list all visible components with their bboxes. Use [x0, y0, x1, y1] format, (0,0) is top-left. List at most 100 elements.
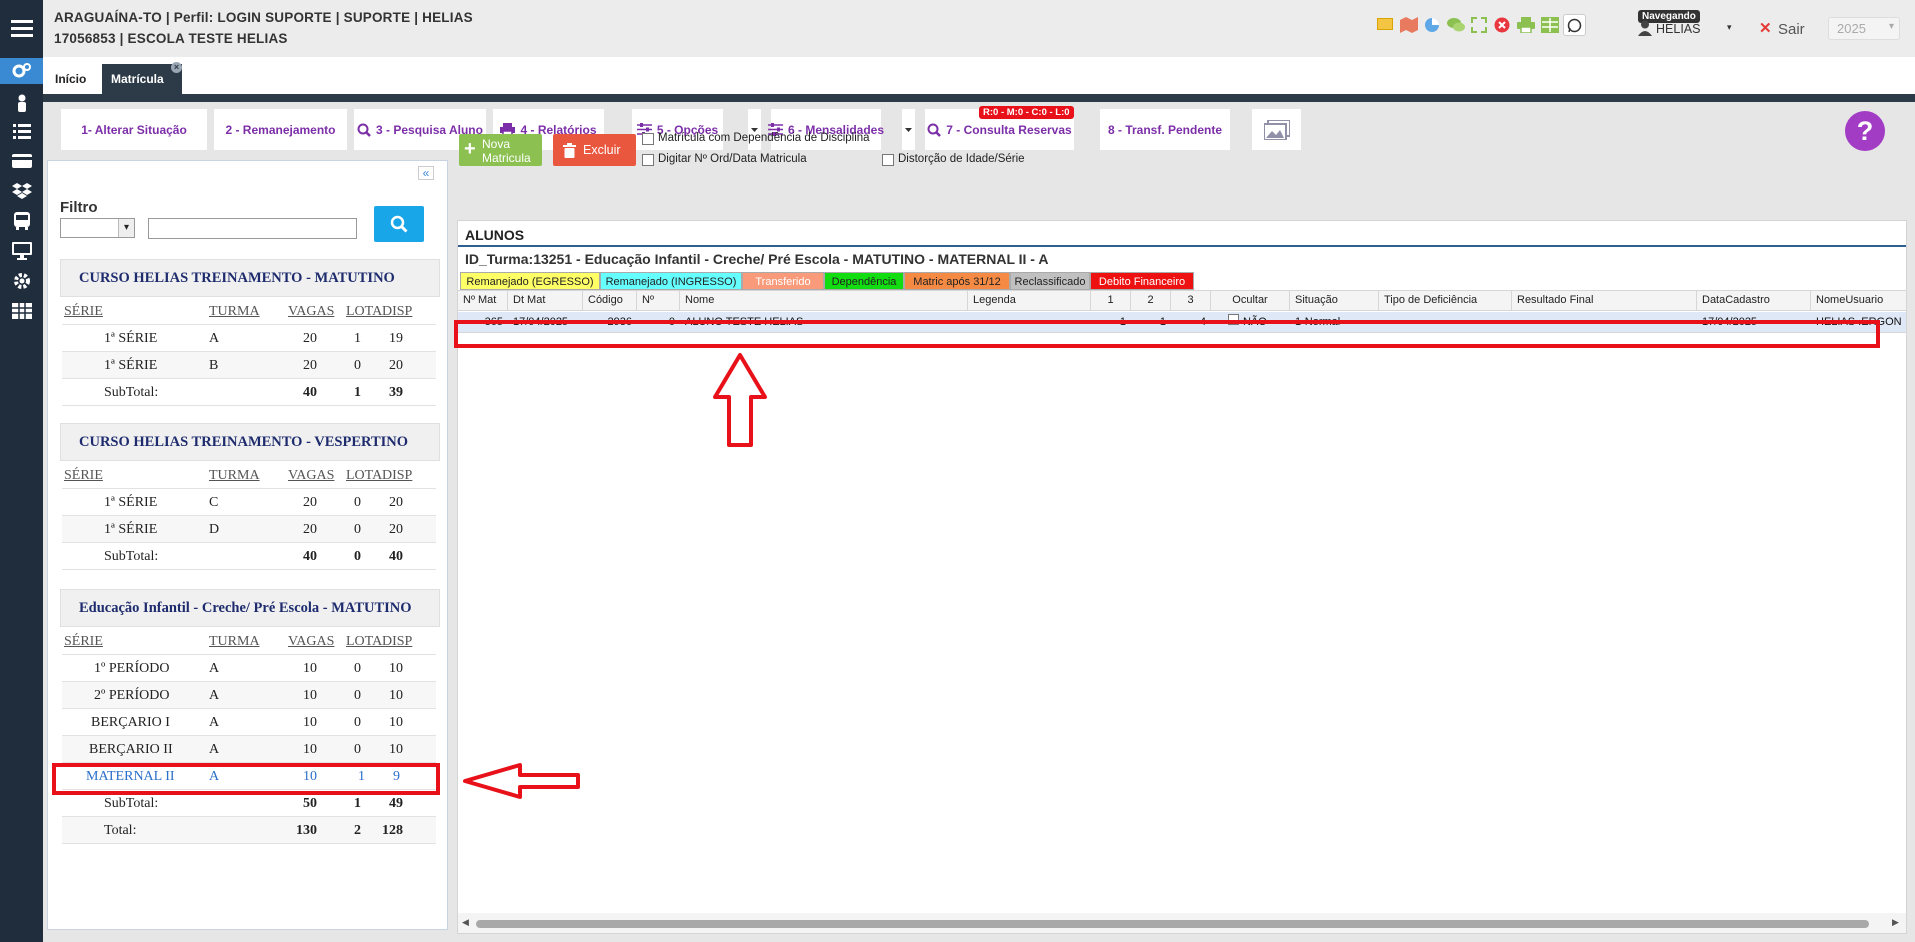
year-select[interactable]: 2025 ▾ — [1828, 17, 1900, 40]
alterar-situacao-button[interactable]: 1- Alterar Situação — [61, 109, 207, 150]
subtotal-vagas: 40 — [303, 549, 317, 564]
user-name[interactable]: HELIAS — [1656, 22, 1700, 36]
images-button[interactable] — [1252, 109, 1301, 150]
col-disp: DISP — [382, 304, 413, 319]
scroll-left-icon[interactable]: ◀ — [462, 917, 469, 928]
col-nmat[interactable]: Nº Mat — [458, 291, 508, 311]
list-icon[interactable] — [0, 118, 43, 144]
subtotal-lota: 0 — [354, 549, 361, 564]
scroll-thumb[interactable] — [476, 920, 1869, 928]
exit-button[interactable]: Sair — [1778, 21, 1805, 38]
subtotal-row: SubTotal: 40 1 39 — [62, 379, 436, 406]
cell-lota: 0 — [354, 522, 361, 537]
dropbox-icon[interactable] — [0, 178, 43, 204]
col-nome[interactable]: Nome — [680, 291, 968, 311]
col-codigo[interactable]: Código — [583, 291, 637, 311]
cell-serie: 1ª SÉRIE — [104, 358, 158, 373]
col-lota: LOTA — [346, 304, 383, 319]
cell-disp: 20 — [389, 495, 403, 510]
cell-turma: D — [209, 522, 220, 537]
remanejamento-label: 2 - Remanejamento — [225, 122, 336, 137]
cell-serie: 1ª SÉRIE — [104, 495, 158, 510]
reservas-badge: R:0 - M:0 - C:0 - L:0 — [979, 106, 1074, 119]
chat-icon[interactable] — [1446, 17, 1466, 36]
filter-search-button[interactable] — [374, 206, 424, 242]
tab-inicio[interactable]: Início — [44, 64, 100, 94]
cell-serie: BERÇARIO II — [89, 742, 173, 757]
scroll-right-icon[interactable]: ▶ — [1892, 917, 1899, 928]
col-n[interactable]: Nº — [637, 291, 680, 311]
filter-search-input[interactable] — [148, 218, 357, 239]
settings-gear-icon[interactable] — [0, 268, 43, 294]
col-1[interactable]: 1 — [1091, 291, 1131, 311]
gears-icon[interactable] — [0, 58, 43, 84]
col-lota: LOTA — [346, 634, 383, 649]
table-icon[interactable] — [1541, 17, 1559, 36]
table-row[interactable]: BERÇARIO I A 10 0 10 — [62, 709, 436, 736]
up-arrow-annotation-icon — [713, 353, 767, 447]
col-datacadastro[interactable]: DataCadastro — [1697, 291, 1811, 311]
nova-matricula-button[interactable]: + Nova Matricula — [459, 134, 542, 166]
cell-disp: 10 — [389, 688, 403, 703]
col-3[interactable]: 3 — [1171, 291, 1211, 311]
exit-x-icon[interactable]: ✕ — [1759, 19, 1772, 37]
hamburger-menu-icon[interactable] — [0, 13, 43, 43]
remanejamento-button[interactable]: 2 - Remanejamento — [214, 109, 347, 150]
col-legenda[interactable]: Legenda — [968, 291, 1091, 311]
col-2[interactable]: 2 — [1131, 291, 1171, 311]
table-row[interactable]: 1ª SÉRIE D 20 0 20 — [62, 516, 436, 543]
table-row[interactable]: 1ª SÉRIE A 20 1 19 — [62, 325, 436, 352]
table-row[interactable]: BERÇARIO II A 10 0 10 — [62, 736, 436, 763]
app-window: ARAGUAÍNA-TO | Perfil: LOGIN SUPORTE | S… — [0, 0, 1915, 942]
horizontal-scrollbar[interactable]: ◀ ▶ — [458, 913, 1906, 933]
close-circle-icon[interactable] — [1494, 17, 1510, 36]
subtotal-disp: 49 — [389, 796, 403, 811]
chk-dependencia-disciplina-label: Matrícula com Dependência de Disciplina — [658, 132, 870, 144]
table-row[interactable]: 1ª SÉRIE B 20 0 20 — [62, 352, 436, 379]
col-situacao[interactable]: Situação — [1290, 291, 1379, 311]
col-dtmat[interactable]: Dt Mat — [508, 291, 583, 311]
print-icon[interactable] — [1517, 17, 1535, 36]
col-nomeusuario[interactable]: NomeUsuario — [1811, 291, 1906, 311]
fullscreen-icon[interactable] — [1471, 17, 1487, 36]
cell-disp: 10 — [389, 661, 403, 676]
filter-select[interactable]: ▾ — [60, 218, 135, 238]
pie-chart-icon[interactable] — [1424, 17, 1440, 36]
col-resultado-final[interactable]: Resultado Final — [1512, 291, 1697, 311]
tab-bar: Início Matrícula × — [43, 57, 1915, 94]
tab-matricula-label: Matrícula — [111, 72, 164, 86]
whatsapp-icon[interactable] — [1563, 14, 1586, 36]
title-divider — [458, 245, 1906, 247]
transf-pendente-button[interactable]: 8 - Transf. Pendente — [1100, 109, 1230, 150]
map-icon[interactable] — [1400, 17, 1418, 36]
person-icon[interactable] — [0, 90, 43, 116]
col-turma: TURMA — [209, 304, 260, 319]
credit-card-icon[interactable] — [0, 148, 43, 174]
cell-vagas: 20 — [303, 522, 317, 537]
chk-digitar-ord[interactable] — [642, 154, 654, 166]
subtotal-lota: 1 — [354, 385, 361, 400]
help-icon[interactable]: ? — [1845, 111, 1885, 151]
col-tipo-deficiencia[interactable]: Tipo de Deficiência — [1379, 291, 1512, 311]
tab-close-icon[interactable]: × — [171, 62, 182, 73]
search-icon — [357, 123, 371, 137]
excluir-button[interactable]: Excluir — [553, 134, 636, 166]
monitor-icon[interactable] — [0, 238, 43, 264]
table-row[interactable]: 2º PERÍODO A 10 0 10 — [62, 682, 436, 709]
collapse-double-chevron-icon[interactable]: « — [418, 166, 434, 180]
table-grid-icon[interactable] — [0, 298, 43, 324]
col-ocultar[interactable]: Ocultar — [1211, 291, 1290, 311]
table-row[interactable]: 1º PERÍODO A 10 0 10 — [62, 655, 436, 682]
chk-distorcao[interactable] — [882, 154, 894, 166]
col-turma: TURMA — [209, 468, 260, 483]
table-row[interactable]: 1ª SÉRIE C 20 0 20 — [62, 489, 436, 516]
card-icon[interactable] — [1377, 18, 1393, 30]
legend-matric-apos: Matric após 31/12 — [904, 272, 1010, 290]
tab-matricula[interactable]: Matrícula × — [102, 62, 182, 94]
cell-vagas: 10 — [303, 742, 317, 757]
user-dropdown-chevron-icon[interactable]: ▾ — [1727, 22, 1732, 33]
excluir-label: Excluir — [583, 143, 621, 157]
chk-dependencia-disciplina[interactable] — [642, 133, 654, 145]
mensalidades-dropdown-caret-icon[interactable] — [902, 109, 915, 150]
bus-icon[interactable] — [0, 208, 43, 234]
